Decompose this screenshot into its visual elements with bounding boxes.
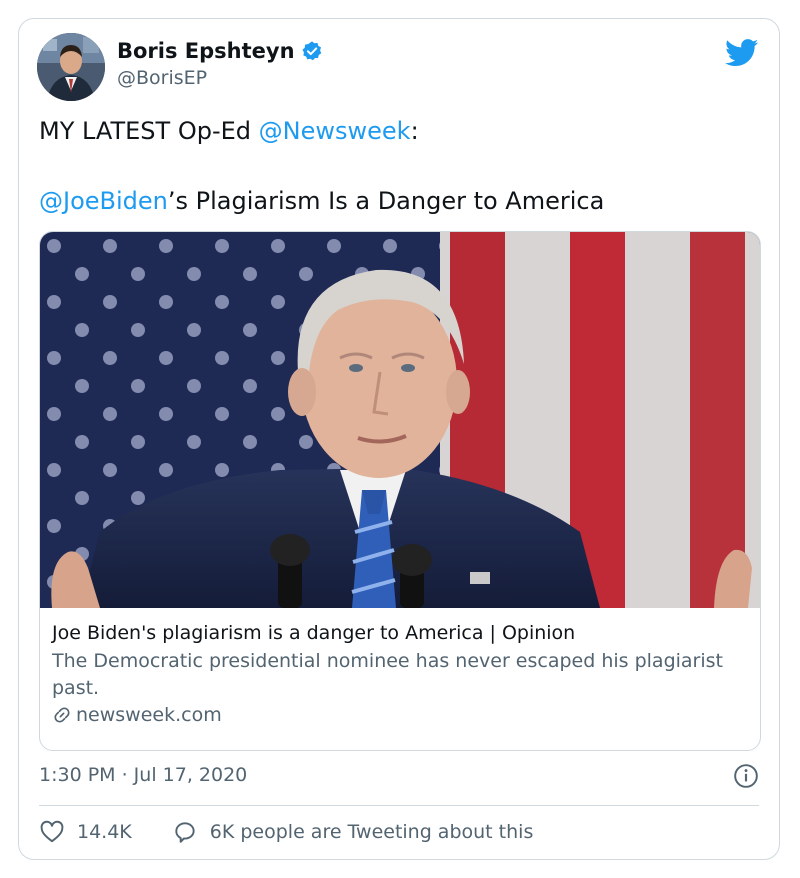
author-handle[interactable]: @BorisEP [117, 67, 323, 89]
heart-icon[interactable] [39, 819, 65, 845]
link-card-domain-row[interactable]: newsweek.com [52, 704, 742, 726]
avatar-photo [37, 33, 105, 101]
tweet-actions: 14.4K 6K people are Tweeting about this [39, 819, 573, 845]
tweet-embed-card[interactable]: Boris Epshteyn @BorisEP MY LATEST Op-Ed … [18, 18, 780, 860]
tweet-text: MY LATEST Op-Ed @Newsweek: @JoeBiden’s P… [39, 115, 759, 217]
author-name[interactable]: Boris Epshteyn [117, 39, 323, 63]
mention-newsweek[interactable]: @Newsweek [259, 117, 411, 145]
like-action[interactable]: 14.4K [39, 819, 132, 845]
speech-bubble-icon[interactable] [172, 819, 198, 845]
tweet-line-2: @JoeBiden’s Plagiarism Is a Danger to Am… [39, 185, 759, 217]
tweet-line-2-suffix: ’s Plagiarism Is a Danger to America [167, 187, 605, 215]
verified-badge-icon [302, 41, 321, 61]
tweet-line-1: MY LATEST Op-Ed @Newsweek: [39, 115, 759, 147]
info-icon[interactable] [733, 763, 759, 789]
twitter-bird-icon[interactable] [725, 39, 759, 67]
tweet-line-1-suffix: : [410, 117, 419, 145]
link-icon [54, 707, 70, 723]
tweet-line-1-prefix: MY LATEST Op-Ed [39, 117, 259, 145]
article-photo[interactable] [40, 232, 760, 608]
conversation-text: 6K people are Tweeting about this [209, 821, 534, 843]
link-card-title[interactable]: Joe Biden's plagiarism is a danger to Am… [52, 620, 742, 646]
avatar[interactable] [37, 33, 105, 101]
divider [39, 805, 759, 806]
link-card-domain[interactable]: newsweek.com [76, 704, 222, 726]
like-count: 14.4K [77, 821, 132, 843]
link-preview-card[interactable]: Joe Biden's plagiarism is a danger to Am… [39, 231, 761, 751]
link-card-description: The Democratic presidential nominee has … [52, 650, 723, 699]
author-display-name[interactable]: Boris Epshteyn [117, 39, 295, 63]
conversation-action[interactable]: 6K people are Tweeting about this [172, 819, 534, 845]
tweet-timestamp[interactable]: 1:30 PM · Jul 17, 2020 [39, 764, 247, 786]
article-image [40, 232, 760, 608]
mention-joebiden[interactable]: @JoeBiden [39, 187, 168, 215]
